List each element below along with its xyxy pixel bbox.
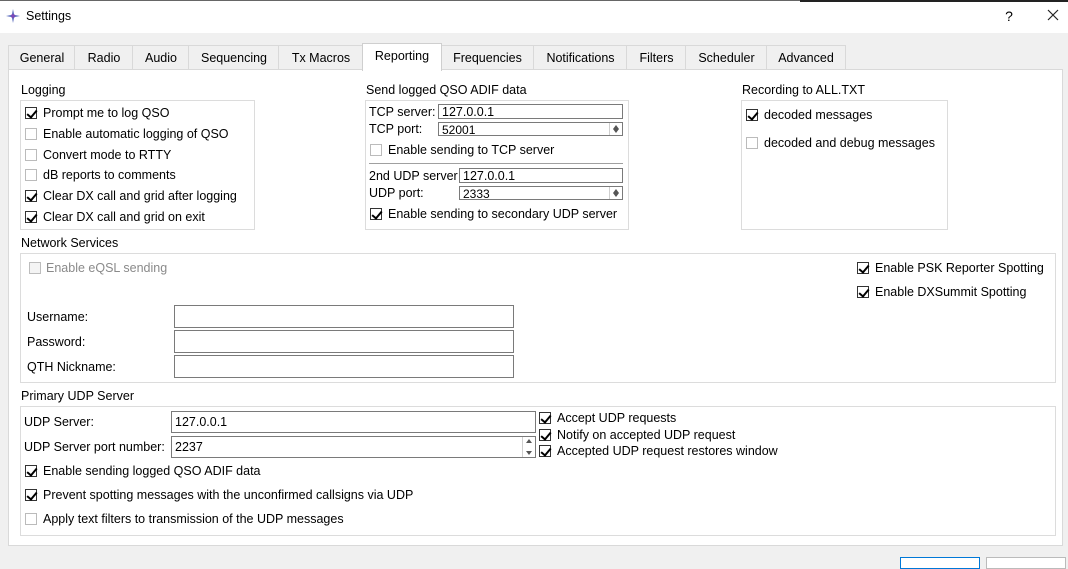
psk-reporter-checkbox[interactable]	[857, 262, 869, 274]
udp-server-port-value: 2237	[175, 440, 203, 454]
window-title: Settings	[26, 9, 72, 23]
udp-port-spinbox[interactable]: 2333	[459, 186, 623, 201]
tab-frequencies[interactable]: Frequencies	[440, 45, 535, 70]
udp2-server-input[interactable]: 127.0.0.1	[459, 168, 623, 183]
tab-advanced[interactable]: Advanced	[766, 45, 846, 70]
udp-server-port-label: UDP Server port number:	[24, 440, 165, 454]
prevent-spotting-checkbox[interactable]	[25, 489, 37, 501]
tcp-enable-checkbox[interactable]	[370, 144, 382, 156]
qth-nickname-input[interactable]	[174, 355, 514, 378]
clear-on-exit-checkbox[interactable]	[25, 211, 37, 223]
qth-nickname-label: QTH Nickname:	[27, 360, 116, 374]
text-filters-checkbox[interactable]	[25, 513, 37, 525]
restore-window-checkbox[interactable]	[539, 445, 551, 457]
auto-log-label: Enable automatic logging of QSO	[43, 127, 229, 141]
tcp-server-input[interactable]: 127.0.0.1	[438, 104, 623, 119]
spin-arrows-icon[interactable]	[522, 437, 535, 457]
text-filters-label: Apply text filters to transmission of th…	[43, 512, 344, 526]
db-reports-label: dB reports to comments	[43, 168, 176, 182]
tab-tx-macros[interactable]: Tx Macros	[278, 45, 364, 70]
udp-port-value: 2333	[463, 187, 490, 201]
password-label: Password:	[27, 335, 86, 349]
tab-radio[interactable]: Radio	[74, 45, 134, 70]
tab-label: Reporting	[374, 49, 430, 63]
decoded-messages-label: decoded messages	[764, 108, 873, 122]
tab-filters[interactable]: Filters	[626, 45, 687, 70]
debug-messages-checkbox[interactable]	[746, 137, 758, 149]
tcp-port-label: TCP port:	[369, 122, 423, 136]
udp-adif-label: Enable sending logged QSO ADIF data	[43, 464, 261, 478]
tcp-enable-label: Enable sending to TCP server	[388, 143, 555, 157]
primary-udp-title: Primary UDP Server	[21, 389, 134, 403]
tab-label: Tx Macros	[291, 51, 351, 65]
tab-label: Audio	[145, 51, 177, 65]
tab-label: General	[19, 51, 65, 65]
db-reports-checkbox[interactable]	[25, 169, 37, 181]
dxsummit-label: Enable DXSummit Spotting	[875, 285, 1027, 299]
spin-arrows-icon[interactable]	[609, 123, 622, 135]
prompt-log-label: Prompt me to log QSO	[43, 106, 170, 120]
dxsummit-checkbox[interactable]	[857, 286, 869, 298]
spin-arrows-icon[interactable]	[609, 187, 622, 199]
window-border-dark	[800, 0, 1068, 2]
clear-on-exit-label: Clear DX call and grid on exit	[43, 210, 205, 224]
help-button[interactable]: ?	[998, 5, 1020, 27]
udp-server-label: UDP Server:	[24, 415, 94, 429]
tcp-port-spinbox[interactable]: 52001	[438, 122, 623, 137]
debug-messages-label: decoded and debug messages	[764, 136, 935, 150]
tcp-server-label: TCP server:	[369, 105, 436, 119]
tab-label: Sequencing	[200, 51, 268, 65]
auto-log-checkbox[interactable]	[25, 128, 37, 140]
rtty-checkbox[interactable]	[25, 149, 37, 161]
tab-label: Notifications	[546, 51, 615, 65]
accept-udp-checkbox[interactable]	[539, 412, 551, 424]
prevent-spotting-label: Prevent spotting messages with the uncon…	[43, 488, 414, 502]
ok-button[interactable]	[900, 557, 980, 569]
udp2-enable-label: Enable sending to secondary UDP server	[388, 207, 618, 221]
decoded-messages-checkbox[interactable]	[746, 109, 758, 121]
adif-title: Send logged QSO ADIF data	[366, 83, 527, 97]
tab-label: Frequencies	[453, 51, 522, 65]
udp-port-label: UDP port:	[369, 186, 424, 200]
logging-title: Logging	[21, 83, 66, 97]
udp2-enable-checkbox[interactable]	[370, 208, 382, 220]
cancel-button[interactable]	[986, 557, 1066, 569]
recording-title: Recording to ALL.TXT	[742, 83, 865, 97]
close-icon[interactable]	[1040, 4, 1066, 28]
tab-label: Scheduler	[698, 51, 755, 65]
psk-reporter-label: Enable PSK Reporter Spotting	[875, 261, 1044, 275]
eqsl-label: Enable eQSL sending	[46, 261, 168, 275]
udp-server-input[interactable]: 127.0.0.1	[171, 411, 536, 433]
tab-scheduler[interactable]: Scheduler	[685, 45, 768, 70]
password-input[interactable]	[174, 330, 514, 353]
udp-adif-checkbox[interactable]	[25, 465, 37, 477]
udp-server-port-spinbox[interactable]: 2237	[171, 436, 536, 458]
username-label: Username:	[27, 310, 89, 324]
prompt-log-checkbox[interactable]	[25, 107, 37, 119]
window-border	[0, 0, 800, 1]
tcp-port-value: 52001	[442, 123, 476, 137]
notify-udp-checkbox[interactable]	[539, 429, 551, 441]
title-bar	[0, 0, 1068, 33]
tab-audio[interactable]: Audio	[132, 45, 190, 70]
tab-label: Radio	[87, 51, 121, 65]
notify-udp-label: Notify on accepted UDP request	[557, 428, 736, 442]
tab-label: Advanced	[778, 51, 834, 65]
tab-general[interactable]: General	[8, 45, 76, 70]
tab-label: Filters	[639, 51, 674, 65]
eqsl-checkbox[interactable]	[29, 262, 41, 274]
accept-udp-label: Accept UDP requests	[557, 411, 677, 425]
app-icon	[6, 9, 20, 23]
rtty-label: Convert mode to RTTY	[43, 148, 172, 162]
tab-reporting[interactable]: Reporting	[362, 43, 442, 71]
restore-window-label: Accepted UDP request restores window	[557, 444, 778, 458]
udp2-server-label: 2nd UDP server	[369, 169, 458, 183]
tab-sequencing[interactable]: Sequencing	[188, 45, 280, 70]
adif-separator	[369, 163, 623, 164]
network-title: Network Services	[21, 236, 119, 250]
clear-after-log-label: Clear DX call and grid after logging	[43, 189, 237, 203]
clear-after-log-checkbox[interactable]	[25, 190, 37, 202]
tab-notifications[interactable]: Notifications	[533, 45, 628, 70]
username-input[interactable]	[174, 305, 514, 328]
